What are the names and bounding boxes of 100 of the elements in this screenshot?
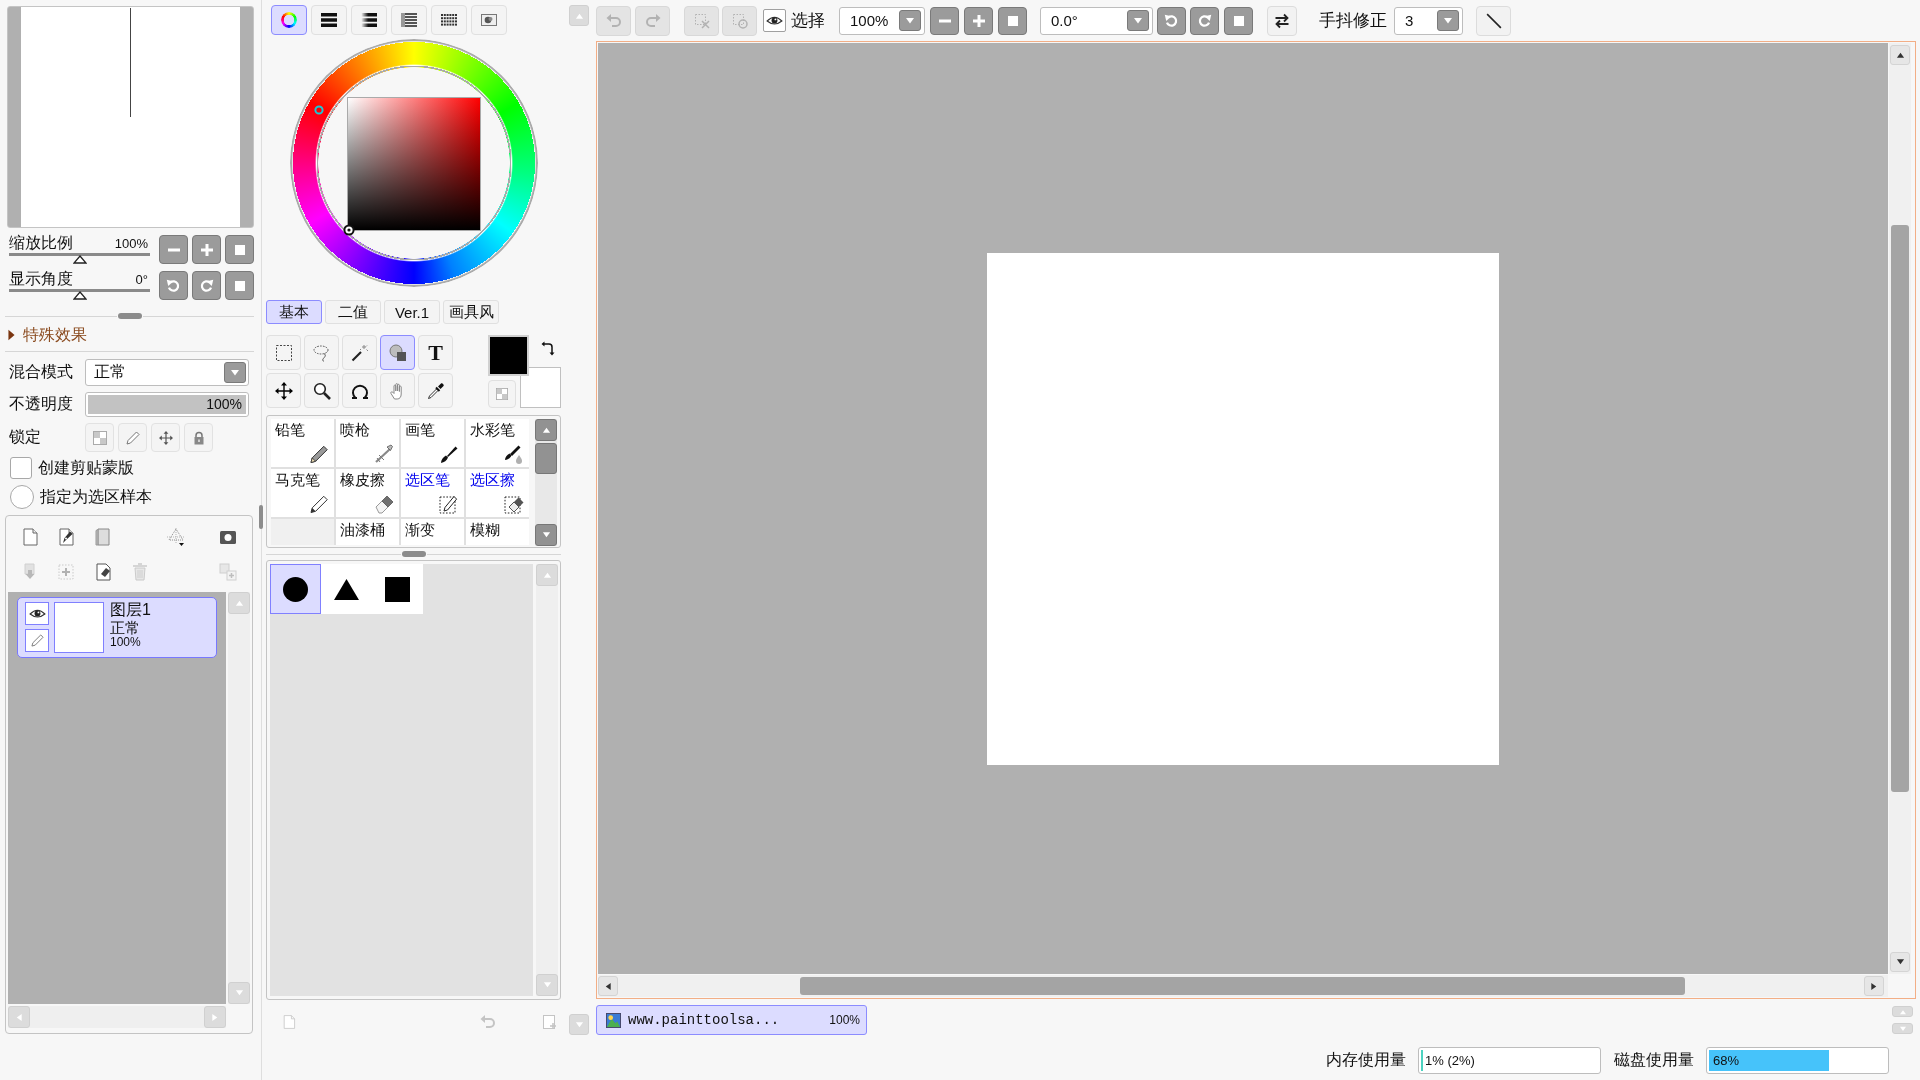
pencil-icon bbox=[30, 634, 44, 647]
brush-slot[interactable]: 渐变 bbox=[401, 519, 464, 545]
hue-marker-icon[interactable] bbox=[314, 105, 324, 115]
angle-dropdown[interactable]: 0.0° bbox=[1040, 6, 1153, 35]
dropdown-button[interactable] bbox=[1437, 10, 1459, 31]
rotate-tool[interactable] bbox=[342, 373, 377, 408]
saturation-value-square[interactable] bbox=[347, 97, 481, 231]
color-tab[interactable]: 二值 bbox=[325, 300, 381, 324]
document-tab[interactable]: www.painttoolsa... 100% bbox=[596, 1005, 867, 1035]
lock-move-button[interactable] bbox=[151, 423, 180, 452]
color-tab[interactable]: 画具风 bbox=[443, 300, 499, 324]
scrollbar-thumb[interactable] bbox=[1891, 225, 1909, 792]
reset-button[interactable] bbox=[225, 235, 254, 264]
shape-tool[interactable] bbox=[380, 335, 415, 370]
panel-splitter-handle[interactable] bbox=[259, 505, 263, 529]
flip-button[interactable] bbox=[1267, 5, 1297, 36]
lock-transparency-button[interactable] bbox=[85, 423, 114, 452]
brush-slot[interactable]: 喷枪 bbox=[336, 419, 399, 467]
scroll-right-button[interactable] bbox=[1864, 976, 1884, 996]
zoom-tool[interactable] bbox=[304, 373, 339, 408]
shapes-icon bbox=[388, 343, 407, 362]
zoom-out-button[interactable] bbox=[930, 6, 959, 35]
brush-slot[interactable]: 水彩笔 bbox=[466, 419, 529, 467]
blend-mode-dropdown[interactable]: 正常 bbox=[85, 359, 249, 386]
lock-all-button[interactable] bbox=[184, 423, 213, 452]
rotate-left-button[interactable] bbox=[159, 271, 188, 300]
splitter-handle[interactable] bbox=[401, 551, 426, 557]
brush-slot[interactable]: 画笔 bbox=[401, 419, 464, 467]
brush-slot[interactable]: 模糊 bbox=[466, 519, 529, 545]
slider-thumb[interactable] bbox=[72, 255, 87, 264]
brush-slot[interactable]: 马克笔 bbox=[271, 469, 334, 517]
layer-opacity: 100% bbox=[110, 636, 142, 648]
brush-slot[interactable]: 铅笔 bbox=[271, 419, 334, 467]
trash-icon bbox=[130, 562, 150, 582]
stabilizer-dropdown[interactable]: 3 bbox=[1394, 6, 1463, 35]
dropdown-button[interactable] bbox=[899, 10, 921, 31]
plus-icon bbox=[199, 242, 214, 257]
move-tool[interactable] bbox=[266, 373, 301, 408]
zoom-out-button[interactable] bbox=[159, 235, 188, 264]
color-tab[interactable]: Ver.1 bbox=[384, 300, 440, 324]
brush-name: 渐变 bbox=[405, 521, 436, 539]
reset-button[interactable] bbox=[225, 271, 254, 300]
scrollbar-thumb[interactable] bbox=[800, 977, 1685, 995]
straight-line-button[interactable] bbox=[1476, 5, 1511, 36]
stabilizer-label: 手抖修正 bbox=[1319, 10, 1387, 32]
bars-icon bbox=[321, 13, 337, 27]
background-color-swatch[interactable] bbox=[520, 367, 561, 408]
foreground-color-swatch[interactable] bbox=[488, 335, 529, 376]
zoom-in-button[interactable] bbox=[192, 235, 221, 264]
checkbox[interactable] bbox=[10, 457, 32, 479]
brush-icon bbox=[439, 444, 459, 464]
rotate-left-button[interactable] bbox=[1157, 6, 1186, 35]
color-tab[interactable]: 基本 bbox=[266, 300, 322, 324]
visibility-toggle[interactable] bbox=[25, 602, 49, 625]
color-marker-icon[interactable] bbox=[343, 224, 355, 236]
brush-slot[interactable]: 橡皮擦 bbox=[336, 469, 399, 517]
radio-button[interactable] bbox=[10, 485, 34, 509]
shape-option[interactable] bbox=[270, 564, 321, 614]
rotate-right-icon bbox=[199, 278, 214, 293]
brush-slot[interactable]: 选区擦 bbox=[466, 469, 529, 517]
effects-section-toggle[interactable]: 特殊效果 bbox=[5, 323, 91, 347]
curved-arrow-icon[interactable] bbox=[541, 341, 555, 356]
transparent-color-button[interactable] bbox=[488, 380, 516, 408]
color-mode-button[interactable] bbox=[271, 5, 307, 35]
opacity-value: 100% bbox=[206, 395, 242, 414]
zoom-dropdown[interactable]: 100% bbox=[839, 6, 925, 35]
paint-toggle[interactable] bbox=[25, 629, 49, 652]
list-bars-icon bbox=[401, 13, 417, 27]
blend-mode-label: 混合模式 bbox=[9, 362, 74, 382]
scrollbar-thumb[interactable] bbox=[535, 443, 557, 474]
slider-thumb[interactable] bbox=[72, 291, 87, 300]
layer-item[interactable]: 图层1 正常 100% bbox=[17, 597, 217, 658]
brush-name: 铅笔 bbox=[275, 421, 306, 439]
rotate-right-button[interactable] bbox=[192, 271, 221, 300]
eyedropper-tool[interactable] bbox=[418, 373, 453, 408]
splitter-handle[interactable] bbox=[117, 313, 142, 319]
zoom-in-button[interactable] bbox=[964, 6, 993, 35]
swap-arrows-icon bbox=[1274, 12, 1290, 29]
caret-down-icon bbox=[541, 531, 551, 539]
brush-name: 油漆桶 bbox=[340, 521, 386, 539]
selection-pen-icon bbox=[439, 494, 459, 514]
caret-down-icon bbox=[574, 1020, 584, 1029]
brush-slot[interactable]: 油漆桶 bbox=[336, 519, 399, 545]
scroll-left-button[interactable] bbox=[598, 976, 618, 996]
opacity-slider[interactable]: 100% bbox=[85, 392, 249, 417]
brush-slot[interactable]: 选区笔 bbox=[401, 469, 464, 517]
rotate-left-icon bbox=[166, 278, 181, 293]
selection-toggle[interactable] bbox=[763, 9, 786, 32]
caret-up-icon bbox=[574, 11, 584, 20]
dropdown-button[interactable] bbox=[1127, 10, 1149, 31]
diagonal-line-icon bbox=[1485, 12, 1502, 29]
dot-grid-icon bbox=[441, 13, 457, 27]
reset-button[interactable] bbox=[1224, 6, 1253, 35]
rotate-right-button[interactable] bbox=[1190, 6, 1219, 35]
eye-icon bbox=[28, 607, 46, 620]
text-tool[interactable]: T bbox=[418, 335, 453, 370]
dropdown-button[interactable] bbox=[224, 362, 246, 383]
caret-down-icon bbox=[1133, 16, 1143, 25]
rectangle-select-tool[interactable] bbox=[266, 335, 301, 370]
reset-button[interactable] bbox=[998, 6, 1027, 35]
